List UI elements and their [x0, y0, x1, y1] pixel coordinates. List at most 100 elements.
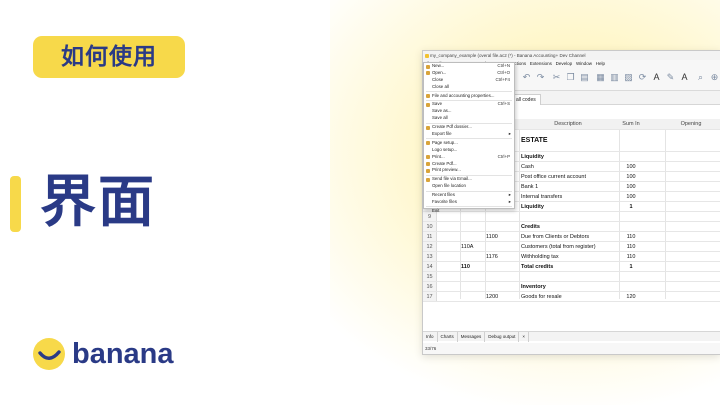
sum-in-cell: 110: [626, 234, 636, 240]
row-number: 17: [423, 292, 437, 301]
description-cell: Internal transfers: [521, 194, 563, 200]
chart-icon[interactable]: ▨: [623, 72, 634, 83]
file-menu-item[interactable]: Page setup...: [424, 140, 514, 147]
menu-item-icon: [426, 141, 430, 146]
file-menu-item[interactable]: File and accounting properties...: [424, 93, 514, 100]
text-color-icon[interactable]: ✎: [665, 72, 676, 83]
row-number: 11: [423, 232, 437, 241]
sum-in-cell: 100: [626, 174, 636, 180]
bottom-tabs: Info Charts Messages Debug output ×: [423, 331, 720, 342]
tab-messages[interactable]: Messages: [458, 332, 486, 342]
table-row[interactable]: 12 110A Customers (total from register) 110: [423, 242, 720, 252]
menu-item-label: Open file location: [432, 183, 466, 189]
menu-item-icon: [426, 64, 430, 69]
file-menu-item[interactable]: Exit: [424, 208, 514, 215]
cut-icon[interactable]: ✂: [551, 72, 562, 83]
search-icon[interactable]: ⌕: [695, 72, 706, 83]
file-menu-item[interactable]: New... Ctrl+N: [424, 63, 514, 70]
menu-item-label: Print preview...: [432, 167, 461, 173]
table-row[interactable]: 17 1200 Goods for resale 120: [423, 292, 720, 302]
file-menu-item[interactable]: Create Pdf dossier...: [424, 124, 514, 131]
menu-help[interactable]: Help: [596, 61, 605, 66]
table-icon[interactable]: ▥: [609, 72, 620, 83]
menu-item-label: Print...: [432, 153, 445, 159]
account-cell: 1100: [486, 234, 498, 240]
file-menu-dropdown: New... Ctrl+N Open... Ctrl+O Close Ctrl+F4 Clo…: [423, 62, 515, 213]
table-row[interactable]: 10 Credits: [423, 222, 720, 232]
description-cell: Liquidity: [521, 154, 544, 160]
menu-item-label: Save as...: [432, 108, 452, 114]
table-row[interactable]: 13 1176 Withholding tax 110: [423, 252, 720, 262]
menu-develop[interactable]: Develop: [556, 61, 573, 66]
file-menu-item[interactable]: Send file via Email...: [424, 176, 514, 183]
font-icon[interactable]: A: [651, 72, 662, 83]
tab-all-codes[interactable]: all codes: [511, 94, 541, 105]
description-cell: Post office current account: [521, 174, 587, 180]
table-row[interactable]: 11 1100 Due from Clients or Debtors 110: [423, 232, 720, 242]
sum-in-cell: 120: [626, 294, 636, 300]
sum-in-cell: 1: [629, 264, 633, 270]
description-cell: Total credits: [521, 264, 554, 270]
menu-item-shortcut: Ctrl+O: [497, 69, 510, 75]
menu-item-label: Recent files: [432, 192, 455, 198]
menu-window[interactable]: Window: [576, 61, 592, 66]
file-menu-item[interactable]: Open... Ctrl+O: [424, 70, 514, 77]
row-number: 10: [423, 222, 437, 231]
file-menu-item[interactable]: Recent files ▸: [424, 192, 514, 199]
copy-icon[interactable]: ❐: [565, 72, 576, 83]
file-menu-item[interactable]: Save as...: [424, 108, 514, 115]
file-menu-item[interactable]: Print... Ctrl+P: [424, 154, 514, 161]
table-row[interactable]: 15: [423, 272, 720, 282]
table-row[interactable]: 16 Inventory: [423, 282, 720, 292]
account-cell: 1200: [486, 294, 499, 300]
accent-bar: [10, 176, 21, 232]
description-cell: Due from Clients or Debtors: [521, 234, 590, 240]
tab-debug-output[interactable]: Debug output: [485, 332, 520, 342]
close-tab-icon[interactable]: ×: [519, 332, 529, 342]
redo-icon[interactable]: ↷: [535, 72, 546, 83]
sum-in-cell: 1: [629, 204, 633, 210]
tab-info[interactable]: Info: [423, 332, 438, 342]
undo-icon[interactable]: ↶: [521, 72, 532, 83]
tab-charts[interactable]: Charts: [438, 332, 458, 342]
file-menu-item[interactable]: Print preview...: [424, 167, 514, 174]
menu-extensions[interactable]: Extensions: [530, 61, 552, 66]
banana-logo-icon: [33, 338, 65, 370]
file-menu-item[interactable]: Favorite files ▸: [424, 199, 514, 206]
logo-text: banana: [72, 338, 174, 370]
highlight-icon[interactable]: A: [679, 72, 690, 83]
menu-item-label: File and accounting properties...: [432, 92, 495, 98]
file-menu-item[interactable]: Save all: [424, 115, 514, 122]
refresh-icon[interactable]: ⟳: [637, 72, 648, 83]
file-menu-item[interactable]: Close Ctrl+F4: [424, 77, 514, 84]
file-menu-item[interactable]: Create Pdf...: [424, 161, 514, 168]
menu-item-label: New...: [432, 63, 445, 68]
submenu-arrow-icon: ▸: [508, 192, 511, 198]
file-menu-item[interactable]: Open file location: [424, 183, 514, 190]
file-menu-item[interactable]: Export file ▸: [424, 131, 514, 138]
menu-item-shortcut: Ctrl+N: [497, 63, 510, 68]
column-header-opening[interactable]: Opening: [666, 119, 716, 130]
menu-item-label: Open...: [432, 69, 447, 75]
submenu-arrow-icon: ▸: [508, 199, 511, 205]
section-badge: 如何使用: [33, 36, 185, 78]
print-icon[interactable]: ▦: [595, 72, 606, 83]
zoom-icon[interactable]: ⊕: [709, 72, 720, 83]
menu-item-label: Create Pdf...: [432, 160, 457, 166]
menu-item-label: Close: [432, 76, 444, 82]
file-menu-item[interactable]: Logo setup...: [424, 147, 514, 154]
banana-logo: banana: [32, 336, 174, 372]
file-menu-item[interactable]: Close all: [424, 84, 514, 91]
description-cell: Liquidity: [521, 204, 544, 210]
table-row[interactable]: 14 110 Total credits 1: [423, 262, 720, 272]
paste-icon[interactable]: ▤: [579, 72, 590, 83]
file-menu-item[interactable]: Save Ctrl+S: [424, 101, 514, 108]
row-number: 14: [423, 262, 437, 271]
group-cell: 110A: [461, 244, 474, 250]
menu-item-icon: [426, 177, 430, 182]
row-number: 16: [423, 282, 437, 291]
column-header-description[interactable]: Description: [521, 119, 615, 130]
column-header-sum-in[interactable]: Sum In: [613, 119, 649, 130]
sum-in-cell: 110: [626, 244, 636, 250]
window-title: my_company_example (overal file.ac2 (*) …: [430, 53, 586, 58]
